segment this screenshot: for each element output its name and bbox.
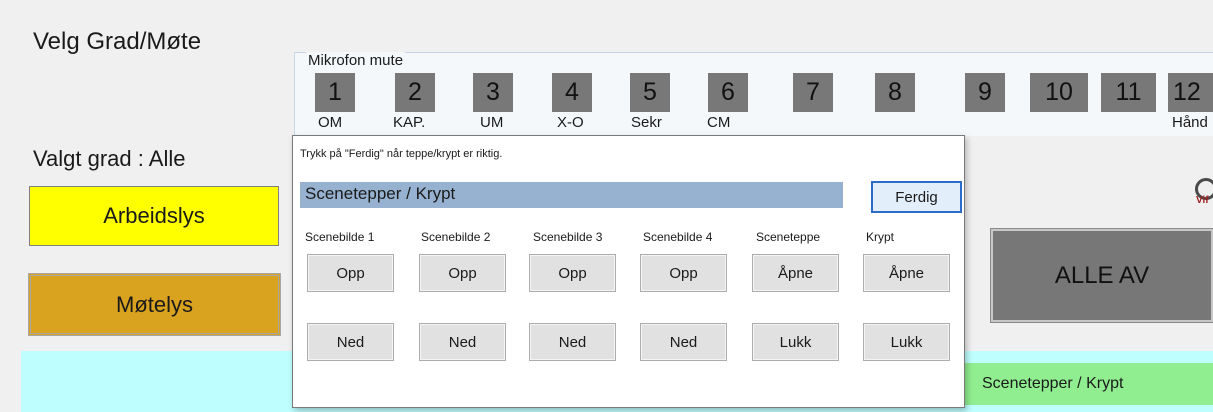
mic-caption-om: OM [318,114,343,131]
page-title: Velg Grad/Møte [33,28,202,55]
alle-av-button[interactable]: ALLE AV [990,228,1213,323]
mic-button-1[interactable]: 1 [315,73,355,112]
scenebilde-3-ned-button[interactable]: Ned [529,323,616,361]
column-label-scenebilde-3: Scenebilde 3 [533,230,603,244]
logo: Vif [1193,178,1213,210]
mic-button-6[interactable]: 6 [708,73,748,112]
sceneteppe-lukk-button[interactable]: Lukk [752,323,839,361]
krypt-apne-button[interactable]: Åpne [863,254,950,292]
mic-button-2[interactable]: 2 [395,73,435,112]
mic-button-9[interactable]: 9 [965,73,1005,112]
logo-text: Vif [1196,195,1209,206]
mic-caption-um: UM [480,114,504,131]
scenebilde-1-opp-button[interactable]: Opp [307,254,394,292]
ferdig-button[interactable]: Ferdig [871,181,962,213]
mic-caption-cm: CM [707,114,731,131]
sceneteppe-apne-button[interactable]: Åpne [752,254,839,292]
dialog-header: Scenetepper / Krypt [300,182,843,208]
column-label-scenebilde-4: Scenebilde 4 [643,230,713,244]
mic-mute-label: Mikrofon mute [306,52,406,69]
arbeidslys-button[interactable]: Arbeidslys [29,186,279,246]
dialog-instruction: Trykk på "Ferdig" når teppe/krypt er rik… [300,148,503,160]
mic-button-10[interactable]: 10 [1030,73,1088,112]
scenebilde-2-ned-button[interactable]: Ned [419,323,506,361]
column-label-krypt: Krypt [866,230,895,244]
scenebilde-2-opp-button[interactable]: Opp [419,254,506,292]
mic-caption-x-o: X-O [557,114,584,131]
scenebilde-4-opp-button[interactable]: Opp [640,254,727,292]
tab-scenetepper-krypt[interactable]: Scenetepper / Krypt [964,363,1213,405]
mic-caption-kap: KAP. [393,114,426,131]
scenebilde-4-ned-button[interactable]: Ned [640,323,727,361]
mic-mute-group: Mikrofon mute 1 2 3 4 5 6 7 8 9 10 11 12… [294,52,1213,136]
mic-caption-sekr: Sekr [631,114,662,131]
scenebilde-1-ned-button[interactable]: Ned [307,323,394,361]
mic-caption-hand: Hånd [1172,114,1208,131]
column-label-scenebilde-2: Scenebilde 2 [421,230,491,244]
column-label-scenebilde-1: Scenebilde 1 [305,230,375,244]
column-label-sceneteppe: Sceneteppe [756,230,821,244]
mic-button-11[interactable]: 11 [1101,73,1156,112]
mic-button-8[interactable]: 8 [875,73,915,112]
mic-button-12[interactable]: 12 [1168,73,1213,112]
motelys-button[interactable]: Møtelys [28,273,281,336]
krypt-lukk-button[interactable]: Lukk [863,323,950,361]
mic-button-3[interactable]: 3 [473,73,513,112]
mic-button-4[interactable]: 4 [552,73,592,112]
mic-button-7[interactable]: 7 [793,73,833,112]
mic-button-5[interactable]: 5 [630,73,670,112]
scenetepper-dialog: Trykk på "Ferdig" når teppe/krypt er rik… [292,135,965,408]
selected-grade-label: Valgt grad : Alle [33,146,186,171]
scenebilde-3-opp-button[interactable]: Opp [529,254,616,292]
